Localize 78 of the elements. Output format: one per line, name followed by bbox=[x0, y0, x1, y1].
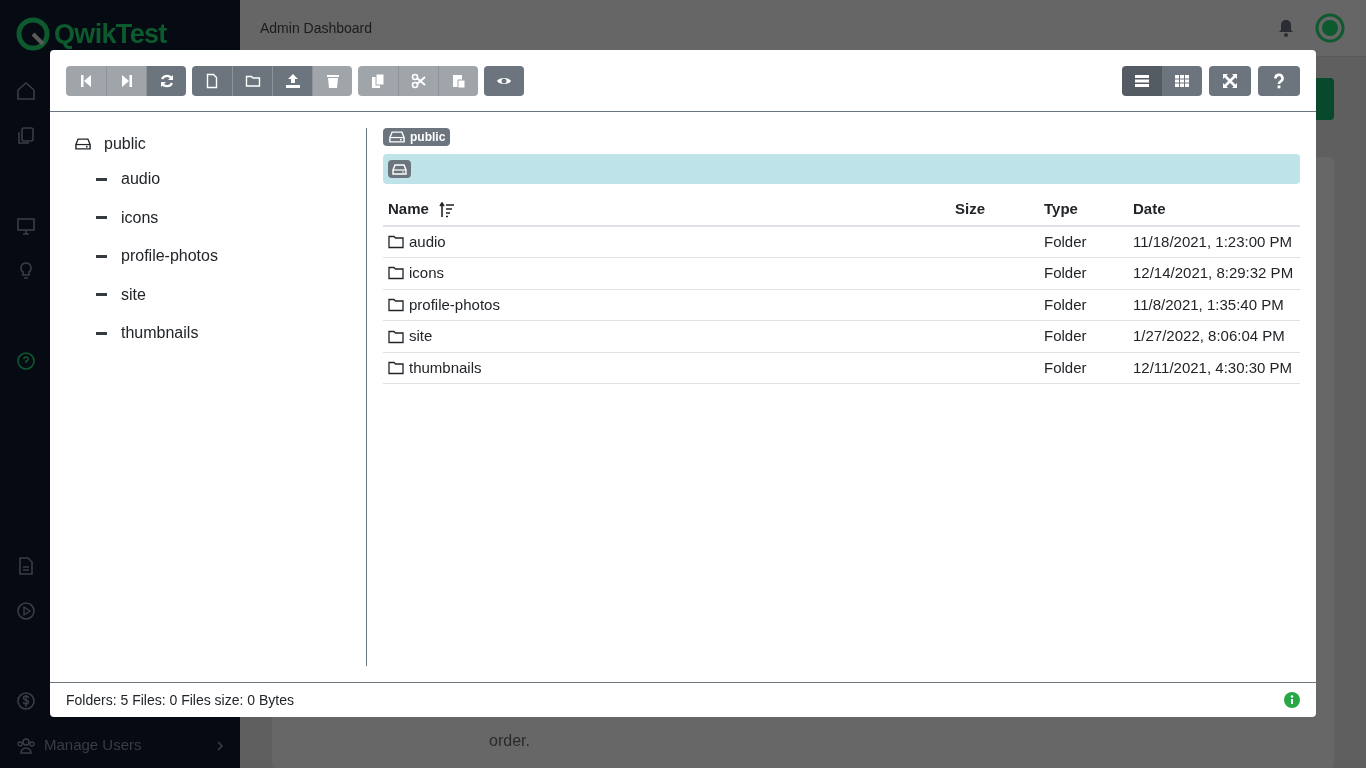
table-cell: Folder bbox=[1044, 358, 1087, 376]
dash-icon bbox=[96, 177, 107, 181]
users-icon bbox=[16, 735, 36, 756]
bell-icon[interactable] bbox=[1278, 19, 1294, 37]
file-name[interactable]: profile-photos bbox=[409, 293, 500, 317]
table-cell: 11/18/2021, 1:23:00 PM bbox=[1133, 232, 1292, 250]
copy-icon bbox=[370, 72, 386, 89]
play-icon[interactable] bbox=[16, 600, 36, 621]
drive-icon bbox=[74, 138, 92, 150]
tree-item[interactable]: icons bbox=[121, 205, 159, 230]
help-button[interactable] bbox=[1258, 65, 1300, 96]
dollar-icon[interactable] bbox=[16, 690, 36, 711]
file-name[interactable]: icons bbox=[409, 262, 445, 285]
upload-icon bbox=[284, 72, 301, 89]
folder-button[interactable] bbox=[232, 65, 272, 96]
status-text: Folders: 5 Files: 0 Files size: 0 Bytes bbox=[66, 690, 294, 710]
column-header[interactable]: Name bbox=[388, 198, 429, 221]
folder-icon bbox=[388, 235, 404, 250]
expand-icon bbox=[1222, 72, 1238, 89]
column-header[interactable]: Type bbox=[1044, 198, 1078, 221]
table-cell: 12/14/2021, 8:29:32 PM bbox=[1133, 264, 1294, 282]
table-cell: Folder bbox=[1044, 232, 1087, 250]
table-cell: 1/27/2022, 8:06:04 PM bbox=[1133, 327, 1285, 345]
house-icon[interactable] bbox=[16, 80, 36, 101]
description-text: order. bbox=[489, 731, 530, 751]
table-cell: Folder bbox=[1044, 327, 1087, 345]
table-cell: Folder bbox=[1044, 264, 1087, 282]
sort-icon[interactable] bbox=[438, 201, 455, 218]
trash-icon bbox=[324, 72, 341, 89]
expand-button[interactable] bbox=[1209, 65, 1251, 96]
tree-item[interactable]: thumbnails bbox=[121, 321, 199, 346]
document-icon[interactable] bbox=[16, 555, 36, 576]
tree-item[interactable]: site bbox=[121, 282, 146, 307]
file-name[interactable]: thumbnails bbox=[409, 356, 482, 380]
question-icon[interactable] bbox=[16, 350, 36, 371]
table-cell: Folder bbox=[1044, 295, 1087, 313]
dash-icon bbox=[96, 331, 107, 335]
paste-icon bbox=[450, 72, 467, 89]
file-button[interactable] bbox=[192, 65, 232, 96]
breadcrumb-badge[interactable]: public bbox=[383, 128, 451, 146]
drive-icon bbox=[392, 163, 407, 175]
drive-icon bbox=[388, 131, 406, 143]
list-icon bbox=[1134, 72, 1150, 89]
file-name[interactable]: audio bbox=[409, 230, 446, 254]
folder-icon bbox=[388, 329, 404, 344]
file-name[interactable]: site bbox=[409, 325, 433, 348]
chevron-icon bbox=[216, 739, 224, 752]
tree-item[interactable]: public bbox=[104, 132, 146, 156]
folder-icon bbox=[388, 266, 404, 281]
folder-icon bbox=[388, 361, 404, 376]
column-header[interactable]: Size bbox=[955, 198, 985, 221]
list-button[interactable] bbox=[1122, 65, 1162, 96]
logo-icon bbox=[16, 17, 50, 51]
column-header[interactable]: Date bbox=[1133, 198, 1166, 221]
dash-icon bbox=[96, 216, 107, 220]
folder-icon bbox=[388, 298, 404, 312]
tree-item[interactable]: audio bbox=[121, 167, 161, 192]
dash-icon bbox=[96, 254, 107, 258]
file-icon bbox=[204, 72, 220, 89]
table-cell: 12/11/2021, 4:30:30 PM bbox=[1133, 358, 1292, 376]
grid-icon bbox=[1174, 72, 1190, 89]
info-icon[interactable] bbox=[1284, 692, 1300, 708]
table-cell: 11/8/2021, 1:35:40 PM bbox=[1133, 295, 1284, 313]
pages-icon[interactable] bbox=[16, 125, 36, 146]
dash-icon bbox=[96, 293, 107, 297]
help-icon bbox=[1271, 72, 1287, 89]
logo-text: QwikTest bbox=[54, 17, 167, 51]
drive-button[interactable] bbox=[388, 160, 411, 178]
refresh-icon bbox=[158, 72, 175, 89]
upload-button[interactable] bbox=[272, 65, 312, 96]
eye-button[interactable] bbox=[484, 65, 524, 96]
scissors-icon bbox=[410, 72, 427, 89]
first-icon bbox=[78, 72, 94, 89]
grid-button[interactable] bbox=[1162, 65, 1202, 96]
tree-item[interactable]: profile-photos bbox=[121, 244, 218, 269]
page-title: Admin Dashboard bbox=[260, 18, 373, 38]
refresh-button[interactable] bbox=[146, 65, 186, 96]
monitor-icon[interactable] bbox=[16, 215, 36, 236]
